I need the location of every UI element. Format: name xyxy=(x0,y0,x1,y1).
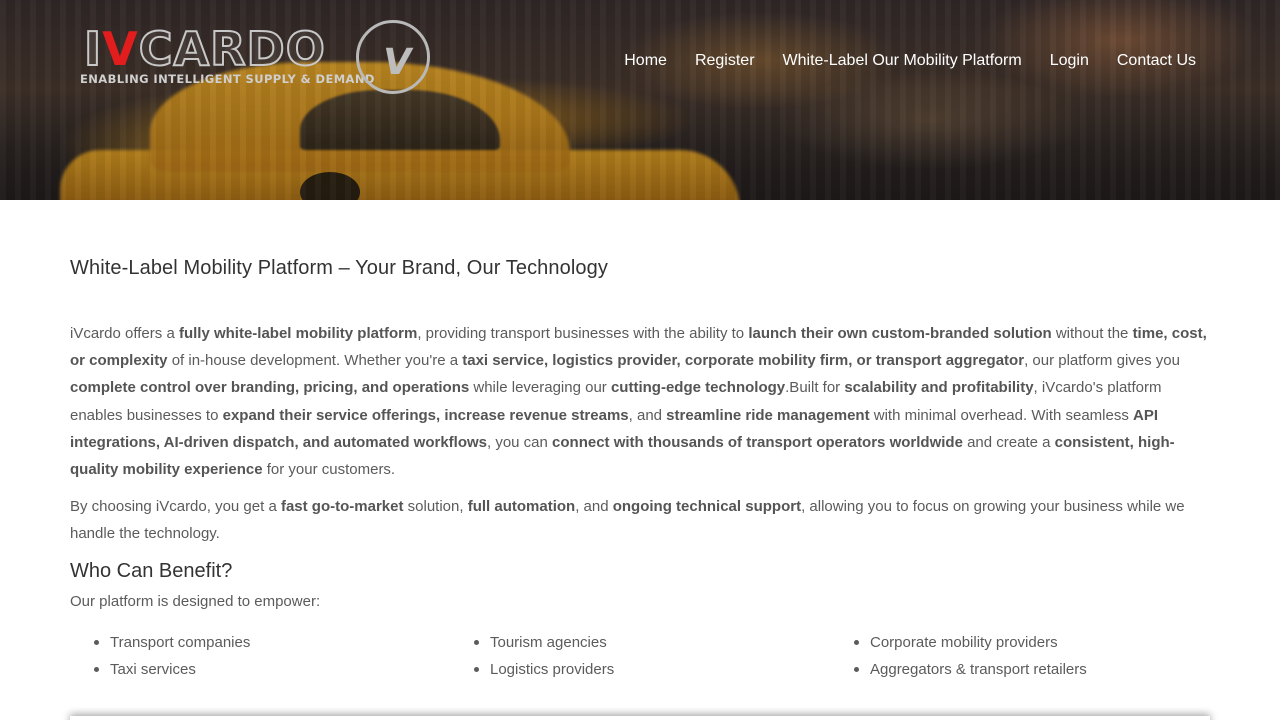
next-section-card xyxy=(70,716,1210,720)
benefit-list-grid: Transport companies Taxi services Touris… xyxy=(70,629,1210,683)
nav-contact-us[interactable]: Contact Us xyxy=(1117,51,1196,71)
benefit-column: Corporate mobility providers Aggregators… xyxy=(830,629,1210,683)
hero-banner: IVCARDO ENABLING INTELLIGENT SUPPLY & DE… xyxy=(0,0,1280,200)
benefit-intro: Our platform is designed to empower: xyxy=(70,592,321,610)
nav-white-label[interactable]: White-Label Our Mobility Platform xyxy=(783,51,1022,71)
logo-prefix: I xyxy=(83,22,103,76)
nav-register[interactable]: Register xyxy=(695,51,755,71)
page-title: White-Label Mobility Platform – Your Bra… xyxy=(70,257,608,279)
list-item: Transport companies xyxy=(94,629,450,656)
main-content: White-Label Mobility Platform – Your Bra… xyxy=(70,200,1210,683)
list-item: Aggregators & transport retailers xyxy=(854,656,1210,683)
benefit-section-title: Who Can Benefit? xyxy=(70,559,233,582)
nav-login[interactable]: Login xyxy=(1050,51,1089,71)
logo-accent-letter: V xyxy=(102,22,139,76)
main-nav: Home Register White-Label Our Mobility P… xyxy=(624,51,1196,71)
benefit-column: Transport companies Taxi services xyxy=(70,629,450,683)
logo-wordmark: IVCARDO xyxy=(83,22,326,76)
logo-emblem-letter: V xyxy=(379,42,415,83)
intro-paragraph: iVcardo offers a fully white-label mobil… xyxy=(70,325,1207,479)
list-item: Logistics providers xyxy=(474,656,830,683)
logo-tagline: ENABLING INTELLIGENT SUPPLY & DEMAND xyxy=(80,72,375,86)
list-item: Corporate mobility providers xyxy=(854,629,1210,656)
site-logo[interactable]: IVCARDO ENABLING INTELLIGENT SUPPLY & DE… xyxy=(80,18,440,98)
list-item: Tourism agencies xyxy=(474,629,830,656)
list-item: Taxi services xyxy=(94,656,450,683)
benefit-column: Tourism agencies Logistics providers xyxy=(450,629,830,683)
logo-suffix: CARDO xyxy=(138,22,326,76)
logo-emblem-icon: V xyxy=(356,20,430,94)
value-paragraph: By choosing iVcardo, you get a fast go-t… xyxy=(70,498,1185,543)
nav-home[interactable]: Home xyxy=(624,51,667,71)
